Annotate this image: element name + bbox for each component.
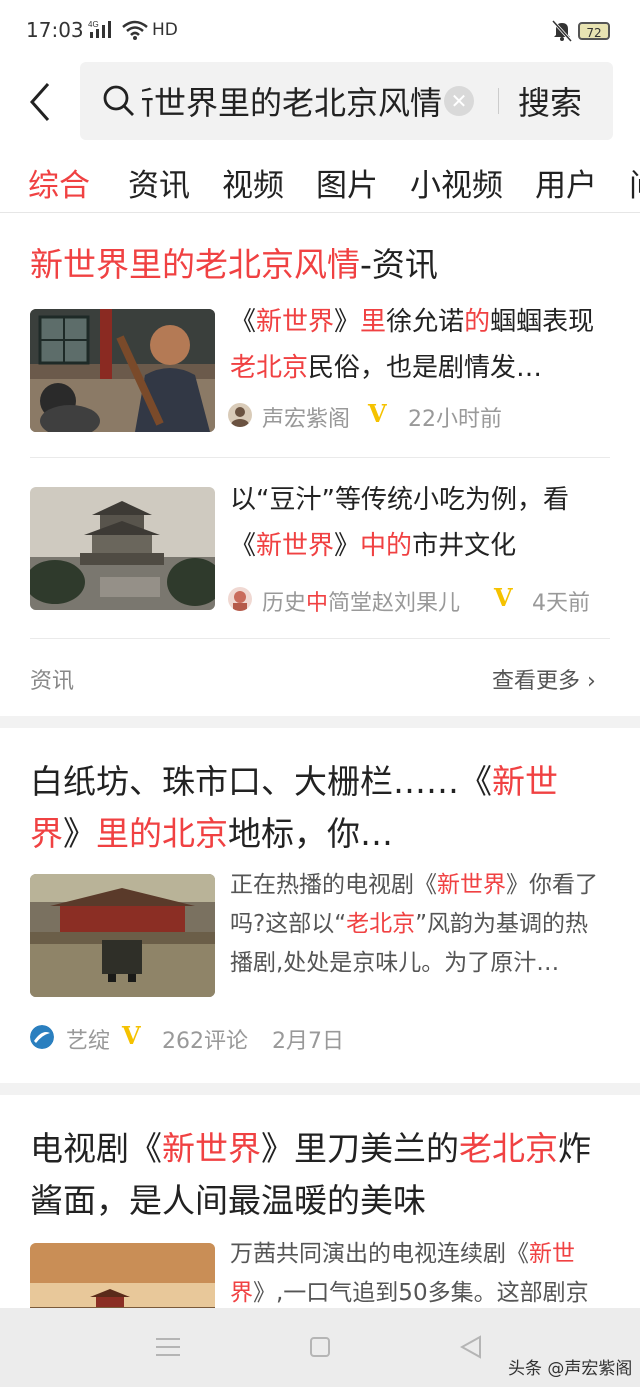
- article-thumbnail[interactable]: [30, 874, 215, 997]
- article-title[interactable]: 白纸坊、珠市口、大栅栏……《新世 界》里的北京地标，你…: [30, 756, 610, 860]
- back-button[interactable]: [24, 80, 60, 124]
- tab-short-video[interactable]: 小视频: [410, 160, 503, 205]
- news-thumbnail[interactable]: [30, 309, 215, 432]
- article-thumbnail[interactable]: [30, 1243, 215, 1308]
- search-icon: [102, 84, 136, 122]
- svg-text:4G: 4G: [88, 20, 99, 29]
- watermark: 头条 @声宏紫阁: [508, 1359, 633, 1379]
- article-card[interactable]: 白纸坊、珠市口、大栅栏……《新世 界》里的北京地标，你… 正在热播的电视剧《新世界…: [0, 728, 640, 1083]
- author-name[interactable]: 历史中简堂赵刘果儿: [262, 585, 460, 617]
- clock: 17:03: [26, 18, 84, 42]
- news-item-description[interactable]: 以“豆汁”等传统小吃为例，看《新世界》中的市井文化: [230, 477, 610, 569]
- battery-icon: 72: [578, 22, 610, 40]
- divider: [30, 638, 610, 639]
- avatar: [228, 587, 252, 611]
- avatar: [228, 403, 252, 427]
- mute-bell-icon: [551, 19, 573, 46]
- status-bar: 17:03 4G HD 72: [0, 0, 640, 62]
- back-triangle-icon[interactable]: [459, 1335, 482, 1363]
- category-tabs: 综合 资讯 视频 图片 小视频 用户 问: [0, 142, 640, 213]
- search-box[interactable]: 新世界里的老北京风情 ✕ 搜索: [80, 62, 613, 140]
- article-card[interactable]: 电视剧《新世界》里刀美兰的老北京炸酱面，是人间最温暖的美味 万茜共同演出的电视连…: [0, 1095, 640, 1308]
- menu-icon[interactable]: [156, 1336, 180, 1362]
- hd-indicator: HD: [152, 20, 178, 40]
- tab-news[interactable]: 资讯: [128, 160, 190, 205]
- cellular-signal-icon: 4G: [88, 20, 116, 44]
- search-bar: 新世界里的老北京风情 ✕ 搜索: [0, 62, 640, 142]
- home-icon[interactable]: [309, 1336, 331, 1362]
- publish-time: 22小时前: [408, 407, 502, 432]
- avatar: [30, 1025, 54, 1049]
- article-title[interactable]: 电视剧《新世界》里刀美兰的老北京炸酱面，是人间最温暖的美味: [30, 1123, 610, 1227]
- publish-time: 4天前: [532, 591, 590, 616]
- wifi-icon: [122, 20, 148, 44]
- clear-icon[interactable]: ✕: [444, 86, 474, 116]
- publish-date: 2月7日: [272, 1029, 344, 1054]
- author-name[interactable]: 声宏紫阁: [262, 401, 350, 433]
- article-description[interactable]: 正在热播的电视剧《新世界》你看了吗?这部以“老北京”风韵为基调的热播剧,处处是京…: [230, 866, 610, 986]
- tab-users[interactable]: 用户: [535, 160, 597, 205]
- verified-v-icon: V: [494, 583, 513, 612]
- news-thumbnail[interactable]: [30, 487, 215, 610]
- news-card: 新世界里的老北京风情-资讯 《新世界》里徐允诺的蝈蝈表现老北京民俗，也是剧情发……: [0, 213, 640, 716]
- view-more-link[interactable]: 查看更多 ›: [492, 663, 596, 695]
- divider: [30, 457, 610, 458]
- chevron-right-icon: ›: [580, 669, 596, 694]
- author-name[interactable]: 艺绽: [66, 1023, 110, 1055]
- tab-images[interactable]: 图片: [316, 160, 378, 205]
- tab-comprehensive[interactable]: 综合: [28, 160, 90, 205]
- article-description[interactable]: 万茜共同演出的电视连续剧《新世界》,一口气追到50多集。这部剧京: [230, 1235, 610, 1308]
- search-button[interactable]: 搜索: [518, 78, 582, 124]
- divider: [498, 88, 499, 114]
- comment-count: 262评论: [162, 1029, 248, 1054]
- back-arrow-icon: [29, 83, 50, 121]
- verified-v-icon: V: [122, 1021, 141, 1050]
- search-input[interactable]: 新世界里的老北京风情: [142, 78, 442, 124]
- tab-qa[interactable]: 问: [629, 160, 640, 205]
- tab-video[interactable]: 视频: [222, 160, 284, 205]
- news-card-title[interactable]: 新世界里的老北京风情-资讯: [30, 239, 610, 291]
- verified-v-icon: V: [368, 399, 387, 428]
- news-footer-label: 资讯: [30, 669, 75, 694]
- news-item-description[interactable]: 《新世界》里徐允诺的蝈蝈表现老北京民俗，也是剧情发…: [230, 299, 610, 391]
